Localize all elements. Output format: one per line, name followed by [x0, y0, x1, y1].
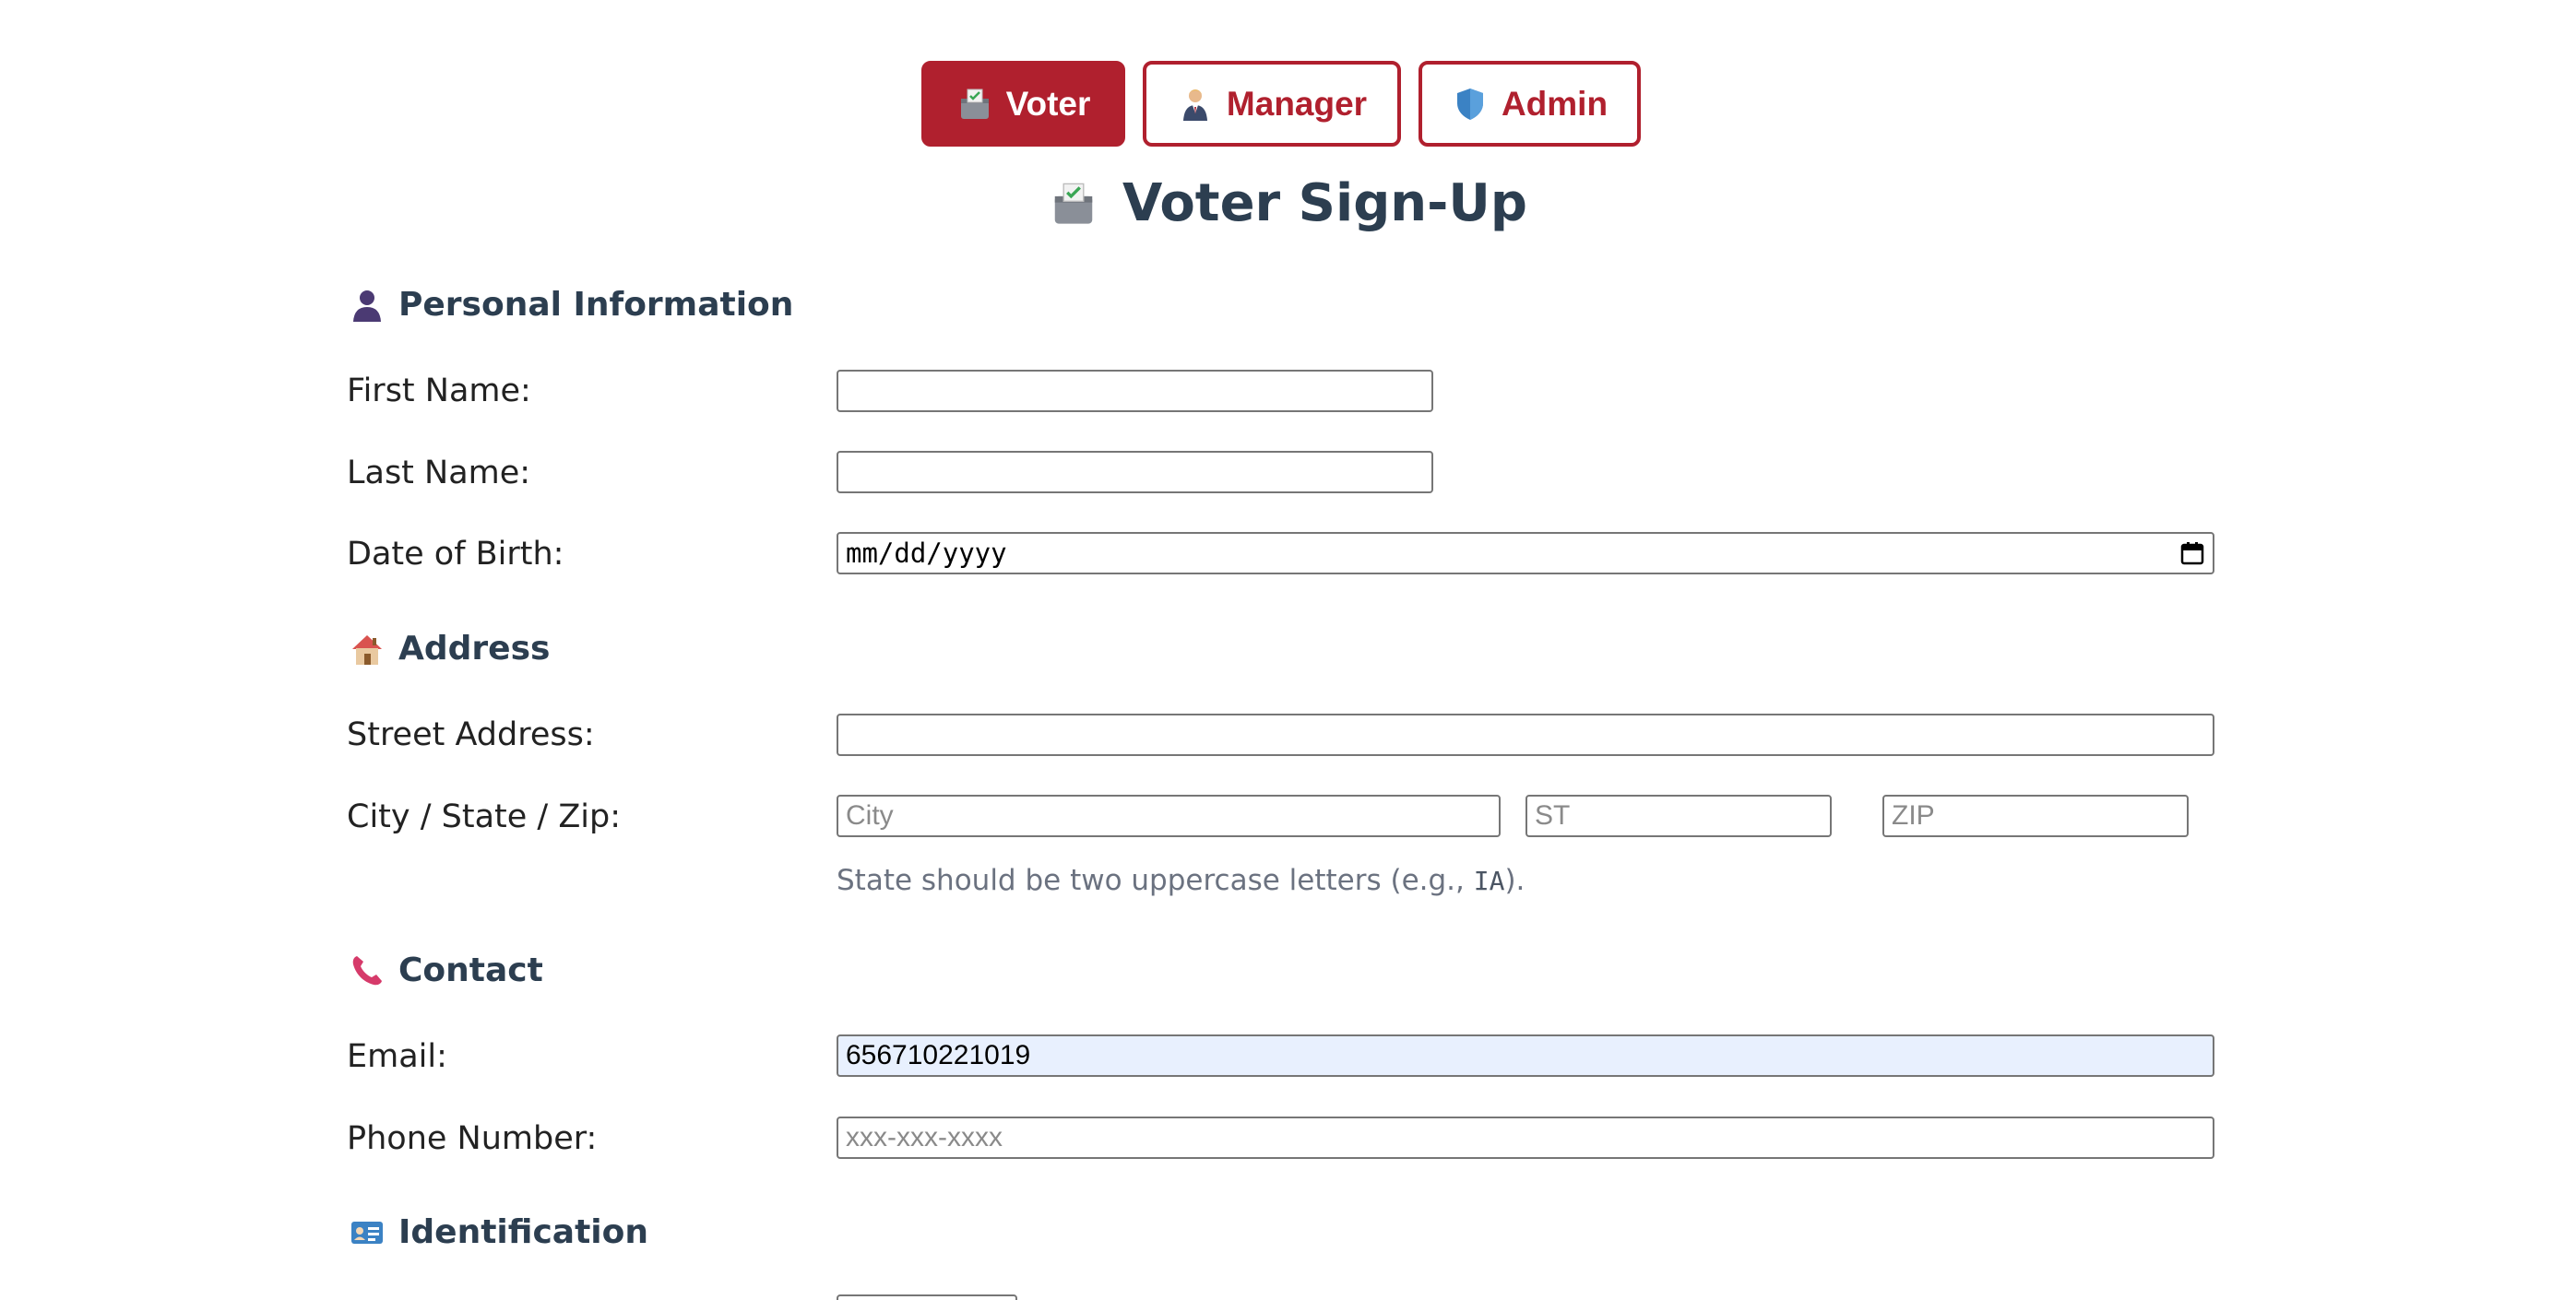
ballot-box-icon — [1054, 183, 1093, 224]
tab-voter-label: Voter — [1005, 84, 1091, 123]
zip-field[interactable] — [1882, 795, 2189, 837]
date-of-birth-placeholder: mm/dd/yyyy — [846, 538, 1007, 569]
street-address-field[interactable] — [837, 714, 2214, 756]
manager-person-icon — [1182, 89, 1207, 121]
state-format-hint: State should be two uppercase letters (e… — [837, 864, 1525, 897]
phone-number-field[interactable] — [837, 1117, 2214, 1159]
tab-manager[interactable]: Manager — [1143, 61, 1401, 147]
date-of-birth-label: Date of Birth: — [347, 536, 564, 573]
last-name-label: Last Name: — [347, 455, 531, 491]
hint-prefix: State should be two uppercase letters (e… — [837, 864, 1474, 897]
section-address-heading: Address — [398, 630, 551, 668]
ballot-box-icon — [960, 89, 989, 119]
calendar-icon[interactable] — [2179, 540, 2205, 566]
first-name-label: First Name: — [347, 372, 531, 409]
last-name-field[interactable] — [837, 451, 1433, 493]
identification-field-partial[interactable] — [837, 1294, 1017, 1300]
date-of-birth-field[interactable]: mm/dd/yyyy — [837, 532, 2214, 574]
person-silhouette-icon — [353, 290, 381, 322]
section-contact-heading: Contact — [398, 951, 543, 989]
city-field[interactable] — [837, 795, 1501, 837]
street-address-label: Street Address: — [347, 716, 595, 753]
section-contact: Contact — [349, 951, 543, 989]
id-card-icon — [351, 1221, 383, 1244]
hint-suffix: ). — [1504, 864, 1525, 897]
section-identification-heading: Identification — [398, 1213, 648, 1251]
first-name-field[interactable] — [837, 370, 1433, 412]
city-state-zip-label: City / State / Zip: — [347, 798, 622, 835]
state-field[interactable] — [1525, 795, 1832, 837]
shield-icon — [1456, 88, 1483, 120]
email-label: Email: — [347, 1038, 447, 1075]
phone-number-label: Phone Number: — [347, 1120, 598, 1157]
email-field[interactable] — [837, 1034, 2214, 1077]
section-address: Address — [349, 630, 550, 668]
section-personal-information: Personal Information — [349, 286, 793, 324]
page-title-text: Voter Sign-Up — [1122, 173, 1527, 233]
role-tabs: Voter Manager Admin — [921, 61, 1641, 147]
tab-admin[interactable]: Admin — [1419, 61, 1641, 147]
tab-voter[interactable]: Voter — [921, 61, 1125, 147]
house-icon — [352, 634, 382, 665]
voter-signup-page: Voter Manager Admin Voter Sign-Up Person… — [0, 0, 2576, 1300]
telephone-icon — [352, 955, 382, 985]
section-personal-heading: Personal Information — [398, 286, 794, 324]
hint-code: IA — [1473, 866, 1505, 896]
tab-manager-label: Manager — [1226, 84, 1368, 123]
tab-admin-label: Admin — [1501, 84, 1609, 123]
page-title: Voter Sign-Up — [0, 173, 2576, 233]
section-identification: Identification — [349, 1213, 648, 1251]
